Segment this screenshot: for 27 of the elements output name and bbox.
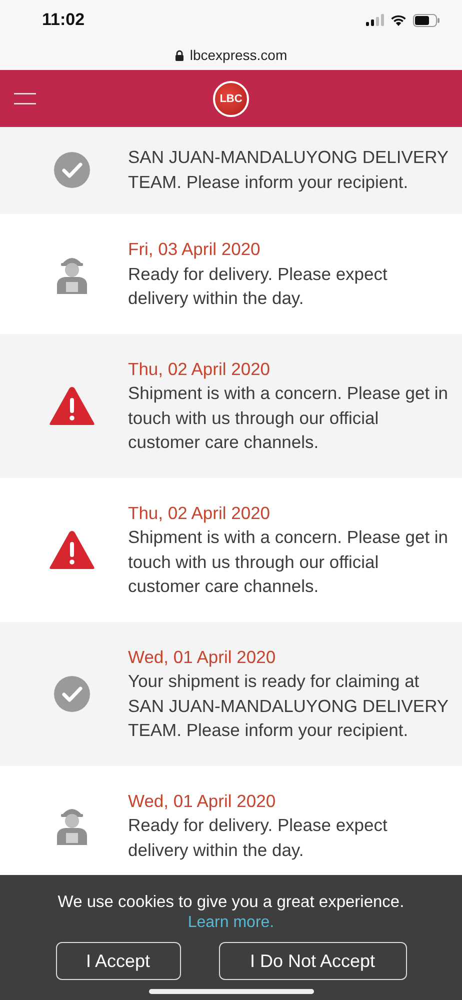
check-circle-icon — [54, 152, 90, 188]
cookie-button[interactable]: I Do Not Accept — [218, 942, 406, 980]
event-description: Ready for delivery. Please expect delivery within the day. — [128, 814, 388, 862]
event-date: Wed, 01 April 2020 — [128, 790, 277, 813]
check-circle-icon — [54, 676, 90, 712]
logo[interactable]: LBC — [213, 80, 249, 116]
warning-icon — [49, 386, 95, 426]
learn-more-link[interactable]: Learn more. — [188, 914, 274, 932]
battery-icon — [413, 14, 440, 26]
menu-icon[interactable] — [14, 93, 36, 105]
warning-icon — [49, 530, 95, 570]
event-description: Shipment is with a concern. Please get in touch with us through our official customer care channels. — [128, 382, 450, 454]
event-date: Wed, 01 April 2020 — [128, 646, 277, 669]
status-time: 11:02 — [42, 10, 85, 30]
lock-icon — [174, 50, 184, 60]
wifi-icon — [390, 14, 407, 26]
event-description: Ready for delivery. Please expect delivery within the day. — [128, 262, 388, 310]
cookie-button[interactable]: I Accept — [56, 942, 180, 980]
url-text[interactable]: lbcexpress.com — [190, 47, 288, 63]
cookie-message: We use cookies to give you a great experience. — [58, 893, 404, 912]
event-description: Shipment is with a concern. Please get in touch with us through our official customer care channels. — [128, 526, 450, 598]
event-description: SAN JUAN-MANDALUYONG DELIVERY TEAM. Please inform your recipient. — [128, 146, 450, 194]
event-description: Your shipment is ready for claiming at SAN JUAN-MANDALUYONG DELIVERY TEAM. Please inform your recipient. — [128, 670, 450, 742]
event-date: Thu, 02 April 2020 — [128, 502, 272, 525]
event-date: Fri, 03 April 2020 — [128, 238, 262, 261]
signal-icon — [366, 14, 384, 26]
event-date: Thu, 02 April 2020 — [128, 358, 272, 381]
